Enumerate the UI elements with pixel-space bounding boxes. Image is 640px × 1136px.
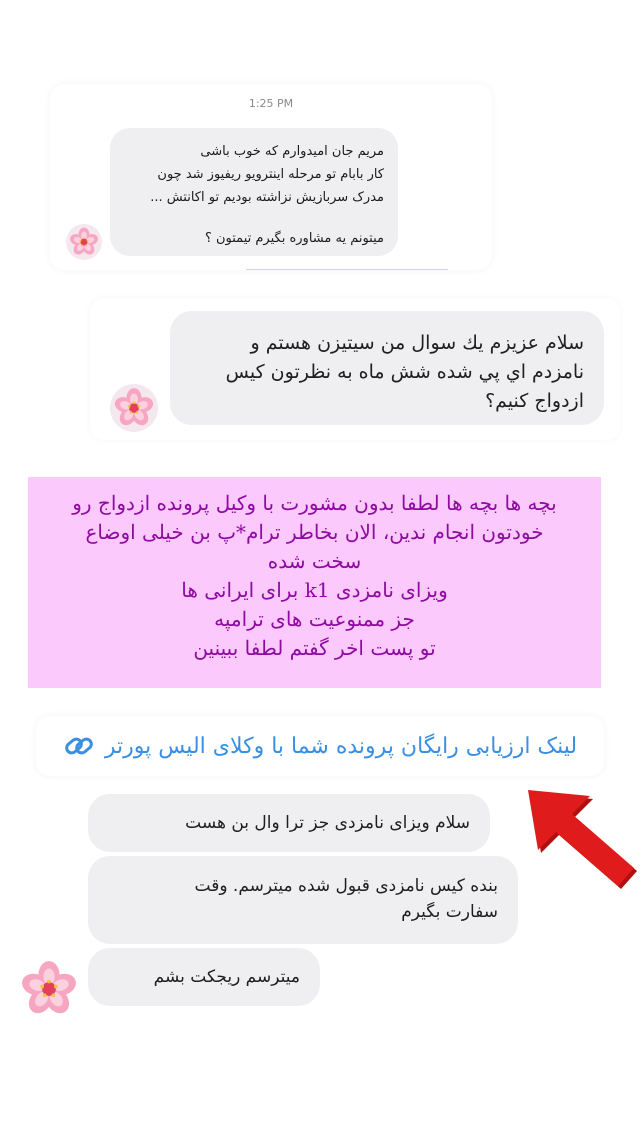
message-line: نامزدم اي پي شده شش ماه به نظرتون کیس	[225, 361, 584, 383]
cherry-blossom-icon	[18, 958, 80, 1020]
message-bubble: مریم جان امیدوارم که خوب باشی کار بابام …	[110, 128, 398, 256]
notice-line: خودتون انجام ندین، الان بخاطر ترام*پ بن …	[85, 520, 544, 544]
cherry-blossom-icon	[112, 386, 156, 430]
link-sticker-text[interactable]: لینک ارزیابی رایگان پرونده شما با وکلای …	[105, 734, 577, 759]
message-bubble: سلام ویزای نامزدی جز ترا وال بن هست	[88, 794, 490, 852]
message-line: ازدواج کنیم؟	[485, 390, 584, 412]
message-card-1: 1:25 PM مریم جان امیدوارم که خوب باشی کا…	[50, 84, 492, 270]
avatar[interactable]	[18, 958, 80, 1020]
message-line: سلام ویزای نامزدی جز ترا وال بن هست	[185, 813, 470, 833]
notice-line: تو پست اخر گفتم لطفا ببینین	[193, 636, 436, 660]
message-line: کار بابام تو مرحله اینترویو ریفیوز شد چو…	[157, 167, 384, 182]
message-timestamp: 1:25 PM	[248, 97, 294, 110]
notice-line: جز ممنوعیت های ترامپه	[214, 607, 415, 631]
message-line: مریم جان امیدوارم که خوب باشی	[200, 144, 384, 159]
message-line: مدرک سربازیش نزاشته بودیم تو اکانتش ...	[150, 190, 384, 205]
cherry-blossom-icon	[68, 226, 100, 258]
message-bubble: بنده کیس نامزدی قبول شده میترسم. وقت سفا…	[88, 856, 518, 944]
red-arrow-icon	[528, 790, 637, 889]
notice-banner: بچه ها بچه ها لطفا بدون مشورت با وکیل پر…	[28, 477, 601, 688]
link-sticker[interactable]: لینک ارزیابی رایگان پرونده شما با وکلای …	[36, 716, 604, 776]
link-icon	[63, 734, 97, 758]
notice-line: بچه ها بچه ها لطفا بدون مشورت با وکیل پر…	[72, 491, 557, 515]
message-line: بنده کیس نامزدی قبول شده میترسم. وقت	[194, 876, 499, 896]
message-line: سلام عزیزم يك سوال من سیتیزن هستم و	[250, 332, 585, 354]
message-card-2: سلام عزیزم يك سوال من سیتیزن هستم و نامز…	[90, 298, 620, 440]
notice-line: ویزای نامزدی k1 برای ایرانی ها	[181, 578, 448, 602]
message-bubble: سلام عزیزم يك سوال من سیتیزن هستم و نامز…	[170, 311, 604, 425]
message-line: سفارت بگیرم	[401, 902, 498, 922]
avatar[interactable]	[110, 384, 158, 432]
divider	[246, 269, 448, 270]
message-line	[124, 209, 384, 227]
notice-line: سخت شده	[267, 549, 362, 573]
message-line: میترسم ریجکت بشم	[153, 967, 300, 987]
message-bubble: میترسم ریجکت بشم	[88, 948, 320, 1006]
message-line: میتونم یه مشاوره بگیرم تیمتون ؟	[204, 231, 384, 246]
avatar[interactable]	[66, 224, 102, 260]
